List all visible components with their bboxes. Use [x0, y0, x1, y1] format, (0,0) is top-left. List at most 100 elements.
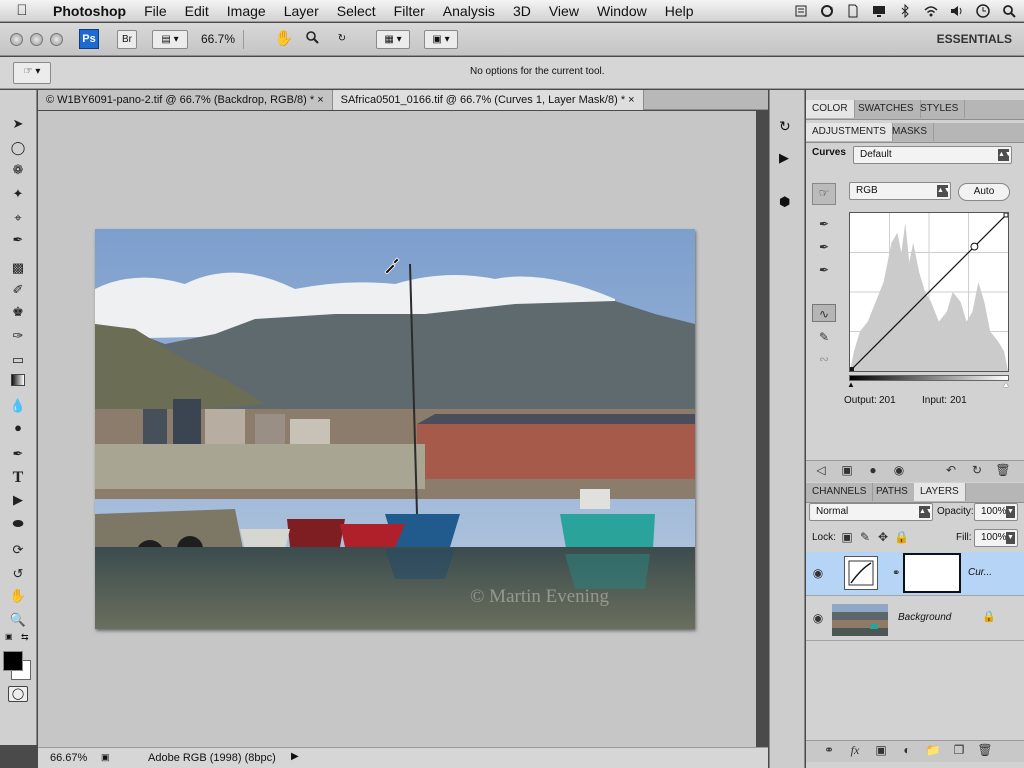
zoom-level[interactable]: 66.7%: [201, 32, 235, 46]
rotate-view-icon[interactable]: ↻: [332, 30, 352, 49]
magic-wand-icon[interactable]: ✦: [8, 184, 28, 204]
clip-layer-icon[interactable]: ●: [864, 461, 882, 479]
window-minimize-button[interactable]: [30, 33, 43, 46]
zoom-tool-icon[interactable]: 🔍: [8, 610, 28, 630]
smooth-curve-icon[interactable]: ∾: [812, 350, 836, 368]
menu-file[interactable]: File: [135, 0, 176, 22]
brush-tool-icon[interactable]: ✐: [8, 280, 28, 300]
swap-colors-icon[interactable]: ⇆: [21, 632, 29, 643]
menu-app[interactable]: Photoshop: [44, 0, 135, 22]
actions-panel-icon[interactable]: ▶: [779, 150, 789, 166]
gray-point-eyedropper-icon[interactable]: ✒: [815, 238, 833, 256]
reset-icon[interactable]: ↻: [968, 461, 986, 479]
lock-pixels-icon[interactable]: ✎: [858, 530, 872, 544]
marquee-tool-icon[interactable]: ◯: [8, 138, 28, 158]
on-image-adjust-icon[interactable]: ☞: [812, 183, 836, 205]
move-tool-icon[interactable]: ➤: [8, 114, 28, 134]
apple-menu-icon[interactable]: : [0, 2, 44, 19]
link-layers-icon[interactable]: ⚭: [820, 741, 838, 759]
gradient-tool-icon[interactable]: [8, 372, 28, 392]
bridge-button[interactable]: Br: [117, 30, 137, 49]
arrange-documents-button[interactable]: ▦ ▾: [376, 30, 410, 49]
menu-view[interactable]: View: [540, 0, 588, 22]
lock-position-icon[interactable]: ✥: [876, 530, 890, 544]
menu-window[interactable]: Window: [588, 0, 656, 22]
spotlight-search-icon[interactable]: [1002, 4, 1016, 18]
layer-mask-link-icon[interactable]: ⚭: [892, 568, 900, 579]
tab-document-1[interactable]: © W1BY6091-pano-2.tif @ 66.7% (Backdrop,…: [38, 90, 333, 110]
tab-channels[interactable]: CHANNELS: [806, 483, 874, 501]
layer-name[interactable]: Background: [898, 612, 951, 623]
auto-button[interactable]: Auto: [958, 183, 1010, 201]
window-zoom-button[interactable]: [50, 33, 63, 46]
previous-state-icon[interactable]: ↶: [942, 461, 960, 479]
tab-color[interactable]: COLOR: [806, 100, 855, 118]
expand-view-icon[interactable]: ▣: [838, 461, 856, 479]
wifi-icon[interactable]: [924, 4, 938, 18]
delete-adjustment-icon[interactable]: 🗑: [994, 461, 1012, 479]
curve-points-icon[interactable]: ∿: [812, 304, 836, 322]
new-adjustment-icon[interactable]: ◐: [898, 741, 916, 759]
menu-layer[interactable]: Layer: [275, 0, 328, 22]
tab-paths[interactable]: PATHS: [870, 483, 915, 501]
3d-panel-icon[interactable]: ⬢: [779, 194, 790, 210]
eraser-tool-icon[interactable]: ▭: [8, 350, 28, 370]
tab-styles[interactable]: STYLES: [914, 100, 966, 118]
layer-name[interactable]: Cur...: [968, 567, 992, 578]
document-image[interactable]: © Martin Evening: [95, 229, 695, 629]
path-selection-icon[interactable]: ▶: [8, 490, 28, 510]
status-menu-icon[interactable]: ▣: [101, 752, 110, 763]
foreground-color-swatch[interactable]: [3, 651, 23, 671]
sd-card-icon[interactable]: [846, 4, 860, 18]
white-point-eyedropper-icon[interactable]: ✒: [815, 261, 833, 279]
menu-help[interactable]: Help: [656, 0, 703, 22]
menu-filter[interactable]: Filter: [385, 0, 434, 22]
white-slider-icon[interactable]: ▲: [1002, 380, 1010, 389]
tab-adjustments[interactable]: ADJUSTMENTS: [806, 123, 893, 141]
opacity-field[interactable]: 100% ▼: [974, 503, 1018, 521]
dodge-tool-icon[interactable]: ●: [8, 418, 28, 438]
quick-mask-button[interactable]: ◯: [8, 686, 28, 702]
layer-visibility-eye-icon[interactable]: ◉: [809, 564, 827, 582]
history-brush-icon[interactable]: ✑: [8, 326, 28, 346]
new-layer-icon[interactable]: ❐: [950, 741, 968, 759]
tab-swatches[interactable]: SWATCHES: [852, 100, 921, 118]
sync-icon[interactable]: [820, 4, 834, 18]
add-mask-icon[interactable]: ▣: [872, 741, 890, 759]
hand-tool-icon[interactable]: ✋: [8, 586, 28, 606]
default-colors-icon[interactable]: ▣: [5, 632, 13, 641]
crop-tool-icon[interactable]: ⌖: [8, 208, 28, 228]
window-close-button[interactable]: [10, 33, 23, 46]
history-panel-icon[interactable]: ↻: [779, 118, 791, 135]
status-zoom[interactable]: 66.67%: [50, 752, 87, 764]
tab-masks[interactable]: MASKS: [886, 123, 935, 141]
bluetooth-icon[interactable]: [898, 4, 912, 18]
tab-layers[interactable]: LAYERS: [914, 483, 966, 501]
status-arrow-icon[interactable]: ▶: [291, 751, 299, 762]
channel-dropdown[interactable]: RGB ▲▼: [849, 182, 951, 200]
script-icon[interactable]: [794, 4, 808, 18]
shape-tool-icon[interactable]: ⬬: [8, 514, 28, 534]
black-slider-icon[interactable]: ▲: [847, 380, 855, 389]
curves-graph[interactable]: [849, 212, 1009, 372]
lock-all-icon[interactable]: 🔒: [894, 530, 909, 544]
layer-visibility-eye-icon[interactable]: ◉: [809, 609, 827, 627]
tab-close-icon[interactable]: ×: [628, 94, 634, 106]
layer-mask-thumbnail[interactable]: [903, 553, 961, 593]
layer-style-icon[interactable]: fx: [846, 741, 864, 759]
black-point-eyedropper-icon[interactable]: ✒: [815, 215, 833, 233]
healing-brush-icon[interactable]: ▩: [8, 258, 28, 278]
clock-icon[interactable]: [976, 4, 990, 18]
volume-icon[interactable]: [950, 4, 964, 18]
zoom-tool-icon[interactable]: [302, 30, 322, 49]
curves-preset-dropdown[interactable]: Default ▲▼: [853, 146, 1012, 164]
fill-field[interactable]: 100% ▼: [974, 529, 1018, 547]
menu-edit[interactable]: Edit: [176, 0, 218, 22]
lasso-tool-icon[interactable]: ❁: [8, 160, 28, 180]
delete-layer-icon[interactable]: 🗑: [976, 741, 994, 759]
display-icon[interactable]: [872, 4, 886, 18]
lock-transparency-icon[interactable]: ▣: [840, 530, 854, 544]
menu-image[interactable]: Image: [218, 0, 275, 22]
workspace-switcher[interactable]: ESSENTIALS: [937, 32, 1012, 46]
layer-row[interactable]: ◉ ⚭ Cur...: [806, 552, 1024, 596]
